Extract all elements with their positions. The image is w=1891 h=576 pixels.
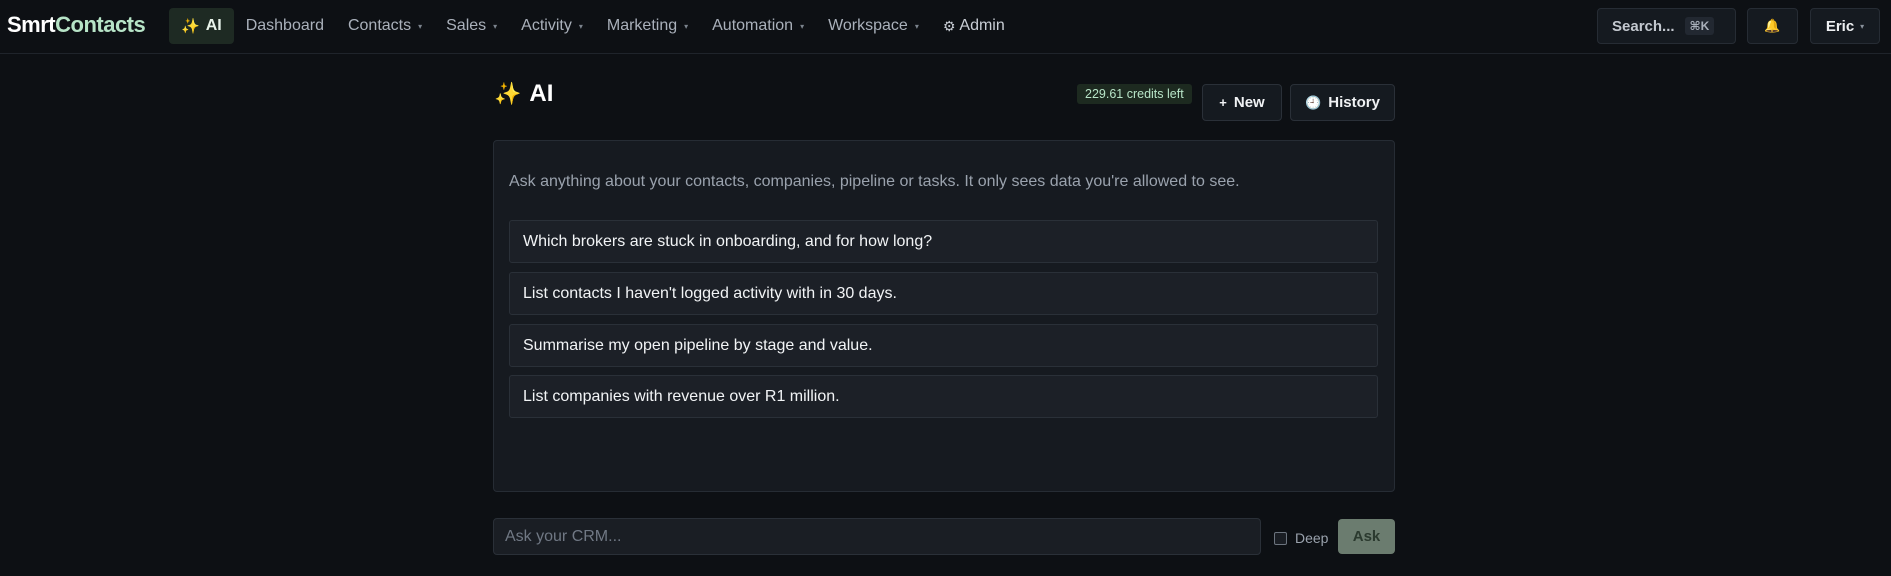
user-menu-button[interactable]: Eric ▾ — [1810, 8, 1880, 44]
nav-item-label: Contacts — [347, 17, 412, 34]
nav-item-label: Admin — [959, 17, 1005, 34]
chevron-down-icon: ▾ — [418, 21, 423, 31]
history-button[interactable]: 🕘 History — [1290, 84, 1395, 121]
deep-checkbox[interactable] — [1274, 531, 1287, 545]
deep-toggle[interactable]: Deep — [1274, 530, 1328, 546]
suggestion-item[interactable]: Summarise my open pipeline by stage and … — [509, 324, 1378, 367]
nav-item-marketing[interactable]: Marketing ▾ — [595, 8, 700, 44]
clock-icon: 🕘 — [1305, 94, 1322, 110]
nav-item-label: Automation — [712, 17, 794, 34]
main-nav: ✨ AI Dashboard Contacts ▾ Sales ▾ Activi… — [169, 8, 1017, 44]
brand-name-part2: Contacts — [55, 12, 146, 37]
top-navbar: SmrtContacts ✨ AI Dashboard Contacts ▾ S… — [0, 0, 1891, 54]
plus-icon: + — [1219, 95, 1227, 110]
search-button[interactable]: Search... ⌘K — [1597, 8, 1736, 44]
ask-input[interactable] — [493, 518, 1261, 555]
nav-item-dashboard[interactable]: Dashboard — [234, 8, 336, 44]
nav-item-label: Activity — [521, 17, 572, 34]
suggestion-item[interactable]: List companies with revenue over R1 mill… — [509, 375, 1378, 418]
deep-label: Deep — [1295, 530, 1329, 546]
nav-item-admin[interactable]: ⚙ Admin — [931, 8, 1017, 44]
history-label: History — [1328, 94, 1380, 111]
chat-intro-text: Ask anything about your contacts, compan… — [509, 173, 1240, 190]
brand-logo[interactable]: SmrtContacts — [7, 12, 146, 38]
chat-panel: Ask anything about your contacts, compan… — [493, 140, 1395, 492]
new-chat-label: New — [1233, 94, 1265, 111]
chevron-down-icon: ▾ — [914, 21, 919, 31]
chevron-down-icon: ▾ — [578, 21, 583, 31]
chevron-down-icon: ▾ — [800, 21, 805, 31]
nav-item-automation[interactable]: Automation ▾ — [700, 8, 816, 44]
nav-item-contacts[interactable]: Contacts ▾ — [336, 8, 434, 44]
user-name: Eric — [1825, 17, 1855, 35]
ask-button[interactable]: Ask — [1338, 519, 1395, 554]
credits-badge: 229.61 credits left — [1077, 84, 1192, 104]
chevron-down-icon: ▾ — [1860, 21, 1865, 31]
suggestion-item[interactable]: Which brokers are stuck in onboarding, a… — [509, 220, 1378, 263]
chevron-down-icon: ▾ — [493, 21, 498, 31]
search-shortcut-badge: ⌘K — [1684, 17, 1715, 35]
nav-item-label: Marketing — [606, 17, 678, 34]
nav-item-label: Workspace — [828, 17, 908, 34]
page-title: ✨ AI — [494, 80, 553, 108]
new-chat-button[interactable]: + New — [1202, 84, 1282, 121]
brand-name-part1: Smrt — [7, 12, 56, 37]
gear-icon: ⚙ — [942, 17, 956, 34]
nav-item-label: Sales — [446, 17, 487, 34]
nav-item-ai[interactable]: ✨ AI — [169, 8, 234, 44]
notifications-button[interactable]: 🔔 — [1747, 8, 1798, 44]
nav-item-label: Dashboard — [245, 17, 324, 34]
nav-item-label: AI — [205, 17, 222, 34]
chevron-down-icon: ▾ — [684, 21, 689, 31]
sparkles-icon: ✨ — [494, 81, 522, 106]
nav-item-activity[interactable]: Activity ▾ — [509, 8, 595, 44]
bell-icon: 🔔 — [1764, 18, 1781, 33]
nav-item-workspace[interactable]: Workspace ▾ — [816, 8, 931, 44]
nav-item-sales[interactable]: Sales ▾ — [434, 8, 509, 44]
search-label: Search... — [1612, 17, 1675, 35]
suggestion-item[interactable]: List contacts I haven't logged activity … — [509, 272, 1378, 315]
page-title-text: AI — [529, 80, 554, 107]
sparkles-icon: ✨ — [181, 18, 200, 35]
